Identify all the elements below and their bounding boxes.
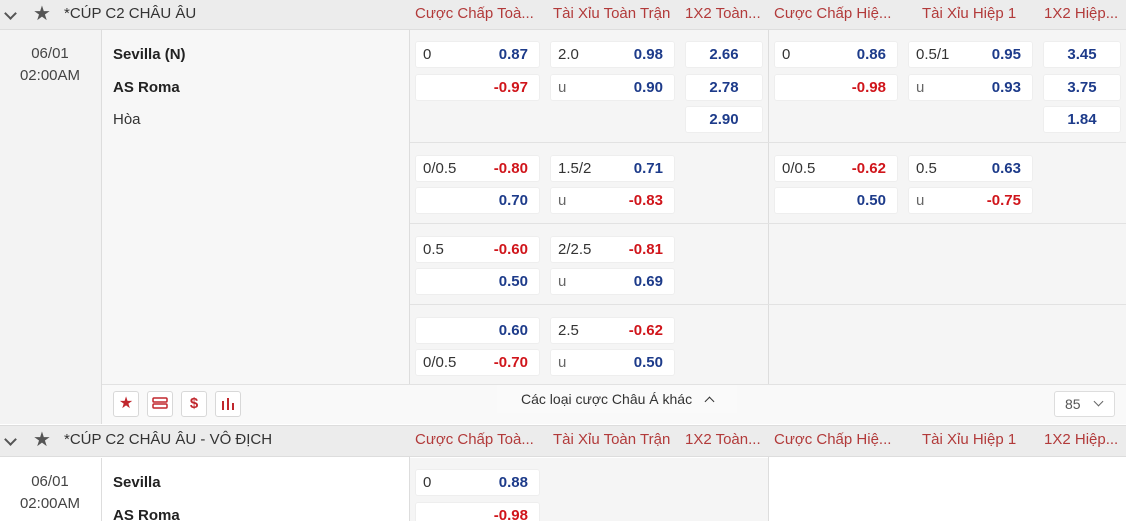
star-icon[interactable]: ★: [33, 428, 51, 452]
home-team[interactable]: Sevilla (N): [113, 46, 186, 63]
odds-cell[interactable]: u -0.83: [550, 187, 675, 214]
league-name: *CÚP C2 CHÂU ÂU - VÔ ĐỊCH: [64, 431, 273, 448]
col-1x2-ft[interactable]: 1X2 Toàn...: [685, 426, 765, 456]
chevron-up-icon: [704, 396, 715, 407]
odds-cell[interactable]: 1.5/2 0.71: [550, 155, 675, 182]
odds-cell[interactable]: 0.50: [415, 268, 540, 295]
league-header[interactable]: ★ *CÚP C2 CHÂU ÂU - VÔ ĐỊCH Cược Chấp To…: [0, 425, 1126, 457]
more-asian-bets-button[interactable]: Các loại cược Châu Á khác: [497, 385, 737, 413]
col-handicap-h1[interactable]: Cược Chấp Hiệ...: [774, 0, 899, 30]
odds-cell[interactable]: 0.70: [415, 187, 540, 214]
col-ou-h1[interactable]: Tài Xỉu Hiệp 1: [922, 0, 1032, 30]
match-date: 06/01: [31, 473, 69, 490]
col-1x2-h1[interactable]: 1X2 Hiệp...: [1044, 0, 1126, 30]
league-name: *CÚP C2 CHÂU ÂU: [64, 5, 197, 22]
star-icon: ★: [118, 395, 134, 412]
star-icon[interactable]: ★: [33, 2, 51, 26]
odds-cell[interactable]: 0.5/1 0.95: [908, 41, 1033, 68]
odds-cell[interactable]: 0.5 -0.60: [415, 236, 540, 263]
dollar-button[interactable]: $: [181, 391, 207, 417]
odds-cell[interactable]: 0 0.86: [774, 41, 898, 68]
list-button[interactable]: [147, 391, 173, 417]
match-time-column: [0, 30, 102, 424]
odds-cell[interactable]: u 0.69: [550, 268, 675, 295]
odds-cell[interactable]: -0.98: [415, 502, 540, 521]
away-team[interactable]: AS Roma: [113, 507, 180, 521]
odds-cell[interactable]: 0.50: [774, 187, 898, 214]
odds-cell[interactable]: 0/0.5 -0.70: [415, 349, 540, 376]
odds-cell[interactable]: 0 0.88: [415, 469, 540, 496]
dollar-icon: $: [189, 395, 199, 412]
odds-cell[interactable]: 2.5 -0.62: [550, 317, 675, 344]
match-time: 02:00AM: [19, 67, 81, 84]
odds-cell[interactable]: 1.84: [1043, 106, 1121, 133]
odds-cell[interactable]: 2.90: [685, 106, 763, 133]
col-handicap-ft[interactable]: Cược Chấp Toà...: [415, 426, 540, 456]
odds-cell[interactable]: -0.98: [774, 74, 898, 101]
league-header[interactable]: ★ *CÚP C2 CHÂU ÂU Cược Chấp Toà... Tài X…: [0, 0, 1126, 30]
match-date: 06/01: [31, 45, 69, 62]
home-team[interactable]: Sevilla: [113, 474, 161, 491]
col-handicap-h1[interactable]: Cược Chấp Hiệ...: [774, 426, 899, 456]
odds-cell[interactable]: u -0.75: [908, 187, 1033, 214]
odds-cell[interactable]: u 0.90: [550, 74, 675, 101]
col-1x2-ft[interactable]: 1X2 Toàn...: [685, 0, 765, 30]
chevron-down-icon[interactable]: [4, 7, 17, 20]
odds-cell[interactable]: 0 0.87: [415, 41, 540, 68]
favorite-button[interactable]: ★: [113, 391, 139, 417]
chevron-down-icon: [1093, 396, 1104, 407]
odds-cell[interactable]: 2.78: [685, 74, 763, 101]
odds-cell[interactable]: u 0.93: [908, 74, 1033, 101]
chevron-down-icon[interactable]: [4, 433, 17, 446]
odds-cell[interactable]: u 0.50: [550, 349, 675, 376]
list-icon: [152, 397, 168, 409]
away-team[interactable]: AS Roma: [113, 79, 180, 96]
odds-cell[interactable]: 3.45: [1043, 41, 1121, 68]
col-ou-ft[interactable]: Tài Xỉu Toàn Trận: [553, 0, 673, 30]
odds-cell[interactable]: -0.97: [415, 74, 540, 101]
odds-cell[interactable]: 0/0.5 -0.62: [774, 155, 898, 182]
col-handicap-ft[interactable]: Cược Chấp Toà...: [415, 0, 540, 30]
draw-label: Hòa: [113, 111, 141, 128]
odds-cell[interactable]: 3.75: [1043, 74, 1121, 101]
bet-count-select[interactable]: 85: [1054, 391, 1115, 417]
odds-cell[interactable]: 2.0 0.98: [550, 41, 675, 68]
odds-cell[interactable]: 2/2.5 -0.81: [550, 236, 675, 263]
odds-cell[interactable]: 0.60: [415, 317, 540, 344]
odds-cell[interactable]: 0.5 0.63: [908, 155, 1033, 182]
odds-cell[interactable]: 2.66: [685, 41, 763, 68]
col-ou-ft[interactable]: Tài Xỉu Toàn Trận: [553, 426, 673, 456]
stats-icon: [222, 398, 234, 410]
col-ou-h1[interactable]: Tài Xỉu Hiệp 1: [922, 426, 1032, 456]
match-time: 02:00AM: [19, 495, 81, 512]
stats-button[interactable]: [215, 391, 241, 417]
col-1x2-h1[interactable]: 1X2 Hiệp...: [1044, 426, 1126, 456]
odds-cell[interactable]: 0/0.5 -0.80: [415, 155, 540, 182]
